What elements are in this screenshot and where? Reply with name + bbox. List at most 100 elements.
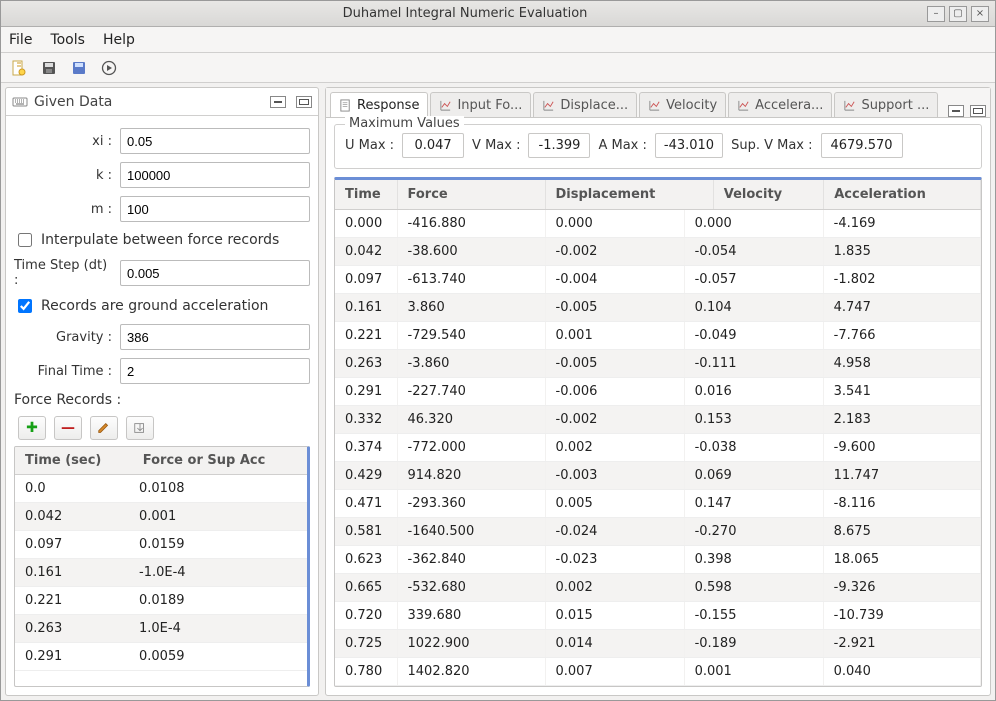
table-row[interactable]: 0.291-227.740-0.0060.0163.541	[335, 378, 981, 406]
cell-force: -227.740	[397, 378, 545, 406]
cell-time: 0.581	[335, 518, 397, 546]
table-row[interactable]: 0.33246.320-0.0020.1532.183	[335, 406, 981, 434]
table-row[interactable]: 0.042-38.600-0.002-0.0541.835	[335, 238, 981, 266]
import-record-button[interactable]	[126, 416, 154, 440]
cell-velocity: 0.398	[684, 546, 823, 574]
table-row[interactable]: 0.263-3.860-0.005-0.1114.958	[335, 350, 981, 378]
cell-time: 0.221	[15, 587, 129, 615]
add-record-button[interactable]: ✚	[18, 416, 46, 440]
table-row[interactable]: 0.7801402.8200.0070.0010.040	[335, 658, 981, 686]
dt-input[interactable]	[120, 260, 310, 286]
table-row[interactable]: 0.2910.0059	[15, 643, 307, 671]
chart-icon	[737, 99, 750, 112]
gravity-input[interactable]	[120, 324, 310, 350]
tab-velocity[interactable]: Velocity	[639, 92, 726, 117]
window-maximize-button[interactable]: ▢	[949, 6, 967, 22]
cell-time: 0.374	[335, 434, 397, 462]
table-row[interactable]: 0.097-613.740-0.004-0.057-1.802	[335, 266, 981, 294]
records-th-time[interactable]: Time (sec)	[15, 447, 133, 475]
menu-tools[interactable]: Tools	[50, 32, 85, 48]
window-title: Duhamel Integral Numeric Evaluation	[7, 6, 923, 21]
table-row[interactable]: 0.000-416.8800.0000.000-4.169	[335, 210, 981, 238]
cell-displacement: -0.023	[545, 546, 684, 574]
results-maximize-button[interactable]	[970, 105, 986, 117]
tab-velocity-label: Velocity	[666, 98, 717, 113]
edit-record-button[interactable]	[90, 416, 118, 440]
table-row[interactable]: 0.2210.0189	[15, 587, 307, 615]
tab-support[interactable]: Support ...	[834, 92, 938, 117]
records-table-wrap: Time (sec) Force or Sup Acc 0.00.01080.0…	[14, 446, 310, 687]
cell-displacement: 0.015	[545, 602, 684, 630]
cell-time: 0.471	[335, 490, 397, 518]
save-button[interactable]	[39, 58, 59, 78]
open-icon	[71, 60, 87, 76]
table-row[interactable]: 0.720339.6800.015-0.155-10.739	[335, 602, 981, 630]
cell-displacement: 0.002	[545, 434, 684, 462]
tab-input-force[interactable]: Input Fo...	[430, 92, 531, 117]
tab-support-label: Support ...	[861, 98, 929, 113]
cell-velocity: 0.016	[684, 378, 823, 406]
panel-maximize-button[interactable]	[296, 96, 312, 108]
k-input[interactable]	[120, 162, 310, 188]
cell-acceleration: -8.116	[823, 490, 980, 518]
run-button[interactable]	[99, 58, 119, 78]
th-acceleration[interactable]: Acceleration	[824, 180, 981, 210]
table-row[interactable]: 0.221-729.5400.001-0.049-7.766	[335, 322, 981, 350]
th-time[interactable]: Time	[335, 180, 397, 210]
table-row[interactable]: 0.2631.0E-4	[15, 615, 307, 643]
table-row[interactable]: 0.1613.860-0.0050.1044.747	[335, 294, 981, 322]
interpolate-checkbox[interactable]	[18, 233, 32, 247]
th-force[interactable]: Force	[397, 180, 545, 210]
keyboard-icon	[12, 94, 28, 110]
th-displacement[interactable]: Displacement	[545, 180, 713, 210]
records-th-force[interactable]: Force or Sup Acc	[133, 447, 307, 475]
cell-displacement: -0.006	[545, 378, 684, 406]
table-row[interactable]: 0.665-532.6800.0020.598-9.326	[335, 574, 981, 602]
table-row[interactable]: 0.471-293.3600.0050.147-8.116	[335, 490, 981, 518]
cell-velocity: 0.000	[684, 210, 823, 238]
cell-time: 0.780	[335, 658, 397, 686]
cell-acceleration: 4.958	[823, 350, 980, 378]
open-button[interactable]	[69, 58, 89, 78]
table-row[interactable]: 0.7251022.9000.014-0.189-2.921	[335, 630, 981, 658]
main-area: Given Data xi : k : m : Interpulate betw…	[1, 83, 995, 700]
ground-row[interactable]: Records are ground acceleration	[6, 292, 318, 320]
table-row[interactable]: 0.429914.820-0.0030.06911.747	[335, 462, 981, 490]
cell-force: 1402.820	[397, 658, 545, 686]
new-file-button[interactable]	[9, 58, 29, 78]
chart-icon	[648, 99, 661, 112]
window-minimize-button[interactable]: –	[927, 6, 945, 22]
cell-force: 0.0189	[129, 587, 307, 615]
tab-displacement[interactable]: Displace...	[533, 92, 637, 117]
table-row[interactable]: 0.00.0108	[15, 475, 307, 503]
results-minimize-button[interactable]	[948, 105, 964, 117]
xi-input[interactable]	[120, 128, 310, 154]
window-close-button[interactable]: ×	[971, 6, 989, 22]
tab-response[interactable]: Response	[330, 92, 428, 117]
play-icon	[101, 60, 117, 76]
cell-velocity: -0.038	[684, 434, 823, 462]
cell-acceleration: -10.739	[823, 602, 980, 630]
menu-help[interactable]: Help	[103, 32, 135, 48]
given-data-header: Given Data	[6, 88, 318, 116]
cell-acceleration: 18.065	[823, 546, 980, 574]
tab-displace-label: Displace...	[560, 98, 628, 113]
m-input[interactable]	[120, 196, 310, 222]
final-input[interactable]	[120, 358, 310, 384]
table-row[interactable]: 0.374-772.0000.002-0.038-9.600	[335, 434, 981, 462]
panel-minimize-button[interactable]	[270, 96, 286, 108]
table-row[interactable]: 0.623-362.840-0.0230.39818.065	[335, 546, 981, 574]
th-velocity[interactable]: Velocity	[713, 180, 824, 210]
interpolate-row[interactable]: Interpulate between force records	[6, 226, 318, 254]
table-row[interactable]: 0.0970.0159	[15, 531, 307, 559]
max-values-group: Maximum Values U Max : 0.047 V Max : -1.…	[334, 124, 982, 169]
ground-checkbox[interactable]	[18, 299, 32, 313]
final-row: Final Time :	[6, 354, 318, 388]
table-row[interactable]: 0.581-1640.500-0.024-0.2708.675	[335, 518, 981, 546]
remove-record-button[interactable]: —	[54, 416, 82, 440]
tab-acceleration[interactable]: Accelera...	[728, 92, 832, 117]
vmax-value: -1.399	[528, 133, 590, 158]
menu-file[interactable]: File	[9, 32, 32, 48]
table-row[interactable]: 0.161-1.0E-4	[15, 559, 307, 587]
table-row[interactable]: 0.0420.001	[15, 503, 307, 531]
